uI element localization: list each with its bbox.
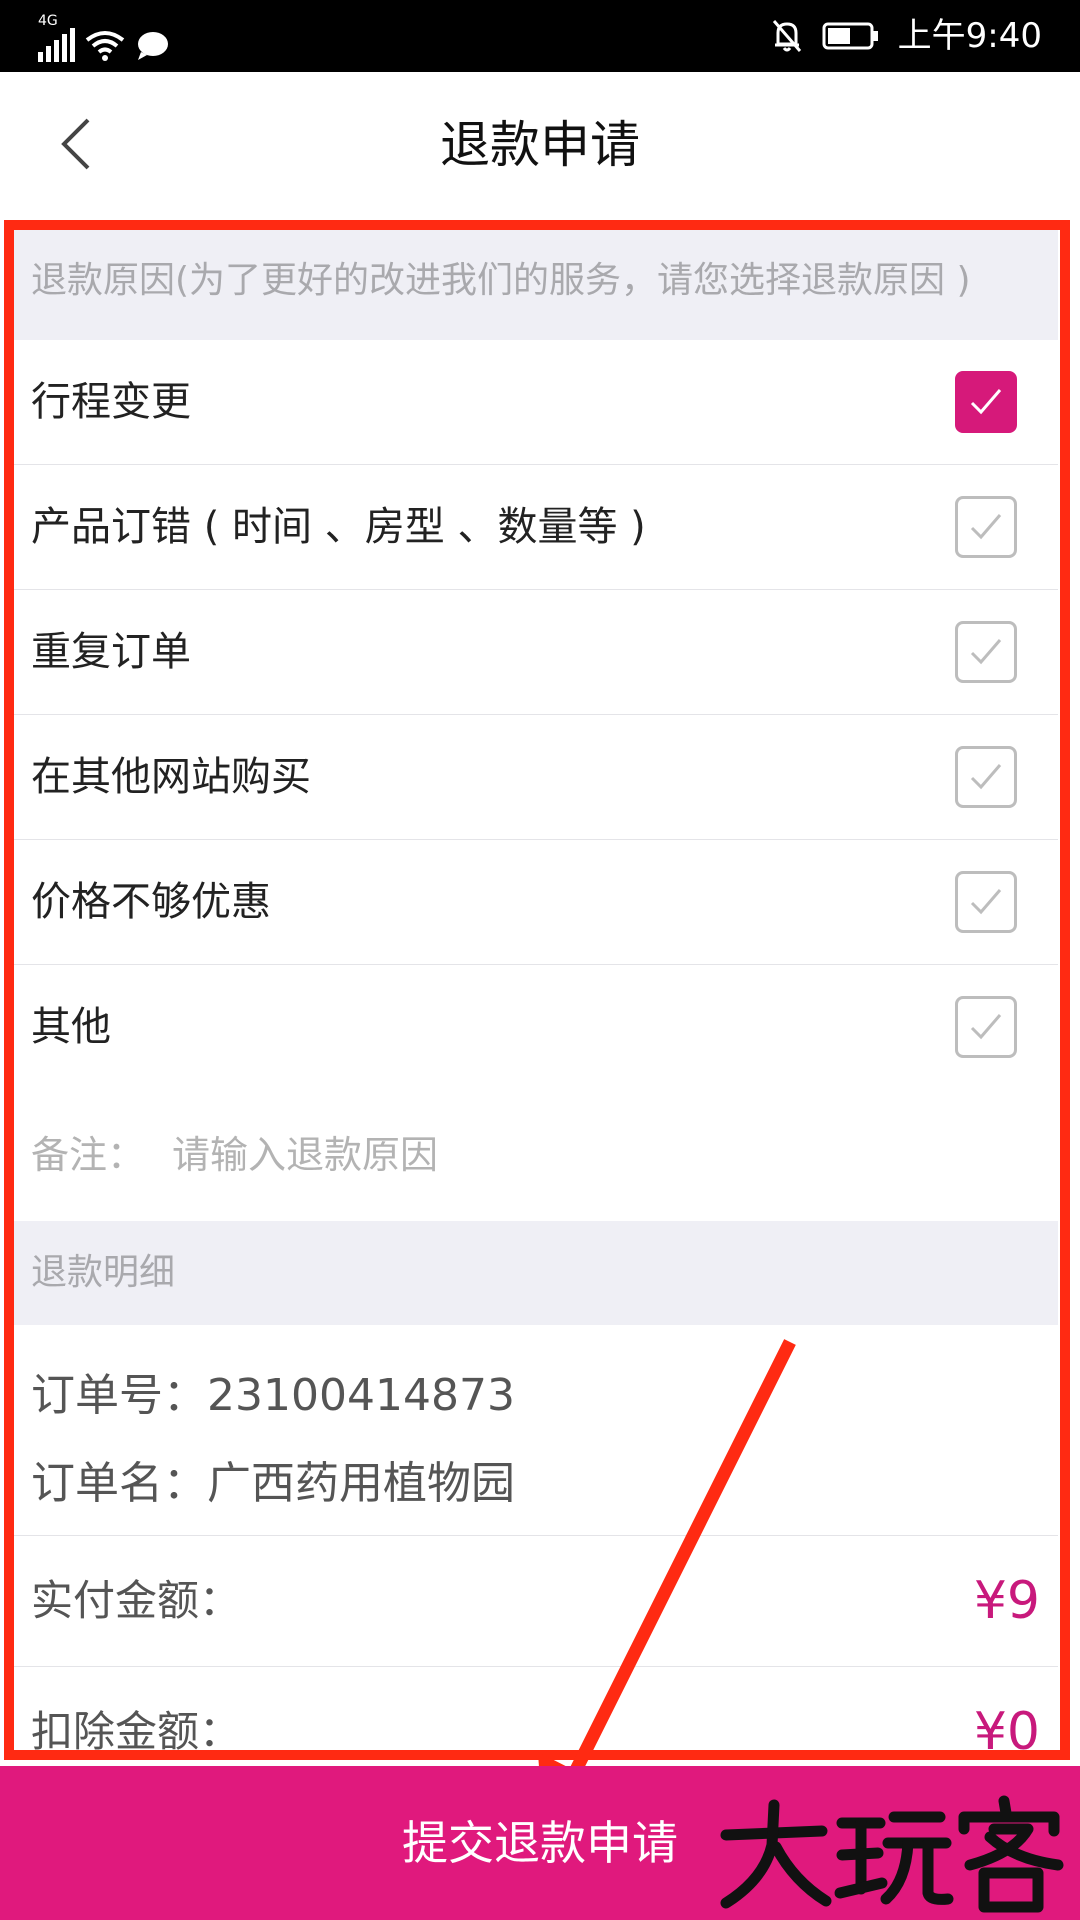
reason-item-bought-elsewhere[interactable]: 在其他网站购买 [12, 715, 1058, 840]
checkmark-icon [970, 889, 1002, 915]
order-info: 订单号：23100414873 订单名：广西药用植物园 [12, 1325, 1058, 1536]
deduct-amount-value: ¥0 [973, 1702, 1040, 1760]
network-indicator: 4G [38, 14, 75, 62]
reason-item-trip-change[interactable]: 行程变更 [12, 340, 1058, 465]
reason-label: 其他 [31, 1004, 111, 1050]
refund-form: 退款原因(为了更好的改进我们的服务，请您选择退款原因 ) 行程变更 产品订错 (… [12, 222, 1058, 1760]
nav-bar: 退款申请 [0, 72, 1080, 216]
status-left: 4G [38, 14, 169, 62]
reason-checkbox[interactable] [955, 746, 1017, 808]
checkmark-icon [970, 514, 1002, 540]
reason-item-duplicate-order[interactable]: 重复订单 [12, 590, 1058, 715]
reason-label: 行程变更 [31, 379, 191, 425]
reason-item-price[interactable]: 价格不够优惠 [12, 840, 1058, 965]
reason-label: 在其他网站购买 [31, 754, 311, 800]
paid-amount-value: ¥9 [973, 1571, 1040, 1631]
paid-amount-label: 实付金额： [31, 1576, 242, 1625]
reason-checkbox[interactable] [955, 621, 1017, 683]
order-name: 订单名：广西药用植物园 [31, 1458, 515, 1509]
deduct-amount-row: 扣除金额： ¥0 [12, 1667, 1058, 1760]
deduct-amount-label: 扣除金额： [31, 1707, 242, 1756]
status-right: 上午9:40 [770, 14, 1042, 58]
reason-label: 产品订错 ( 时间 、房型 、数量等 ) [31, 504, 646, 550]
reason-label: 价格不够优惠 [31, 879, 271, 925]
reason-item-wrong-product[interactable]: 产品订错 ( 时间 、房型 、数量等 ) [12, 465, 1058, 590]
battery-icon [822, 22, 878, 50]
paid-amount-row: 实付金额： ¥9 [12, 1536, 1058, 1667]
reason-checkbox[interactable] [955, 496, 1017, 558]
bell-off-icon [772, 20, 801, 52]
reason-checkbox-checked[interactable] [955, 371, 1017, 433]
wifi-icon [85, 31, 125, 61]
reason-section-header: 退款原因(为了更好的改进我们的服务，请您选择退款原因 ) [12, 222, 1058, 340]
remark-row: 备注： [12, 1089, 1058, 1221]
checkmark-icon [970, 639, 1002, 665]
detail-section-header: 退款明细 [12, 1221, 1058, 1325]
page-title: 退款申请 [440, 116, 640, 174]
reason-label: 重复订单 [31, 629, 191, 675]
checkmark-icon [970, 389, 1002, 415]
reason-checkbox[interactable] [955, 871, 1017, 933]
checkmark-icon [970, 764, 1002, 790]
message-icon [138, 32, 168, 60]
remark-input[interactable] [172, 1119, 992, 1191]
watermark-logo [720, 1795, 1064, 1913]
clock: 上午9:40 [897, 16, 1042, 56]
reason-checkbox[interactable] [955, 996, 1017, 1058]
remark-label: 备注： [31, 1133, 146, 1177]
order-number: 订单号：23100414873 [31, 1370, 515, 1421]
network-type: 4G [38, 13, 58, 29]
signal-icon [38, 28, 75, 62]
reason-item-other[interactable]: 其他 [12, 965, 1058, 1089]
checkmark-icon [970, 1014, 1002, 1040]
status-bar: 4G 上午9:40 [0, 0, 1080, 72]
